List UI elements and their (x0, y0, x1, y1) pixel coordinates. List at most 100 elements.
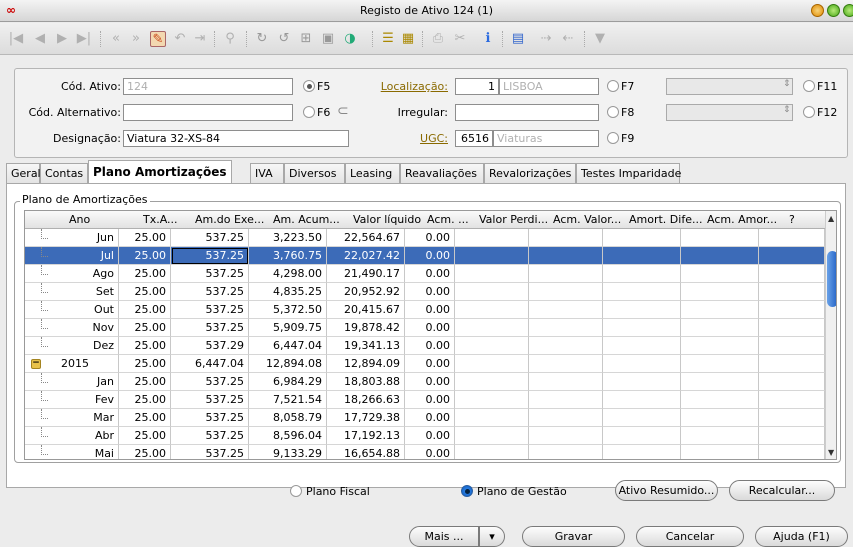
recalcular-button[interactable]: Recalcular... (729, 480, 835, 501)
f11-select[interactable] (666, 78, 793, 95)
first-icon[interactable]: |◀ (8, 31, 24, 47)
table-cell-am[interactable]: 537.25 (171, 445, 249, 459)
table-cell-ad[interactable] (603, 319, 681, 337)
table-cell-q[interactable] (759, 301, 825, 319)
table-cell-aa[interactable] (681, 229, 759, 247)
col-acm-valor[interactable]: Acm. Valor... (553, 213, 625, 226)
table-cell-q[interactable] (759, 319, 825, 337)
save-icon[interactable]: ▣ (320, 31, 336, 47)
table-cell-acm[interactable]: 0.00 (405, 247, 455, 265)
plano-fiscal-radio[interactable] (290, 485, 302, 497)
table-cell-aa[interactable] (681, 319, 759, 337)
table-cell-tx[interactable]: 25.00 (119, 301, 171, 319)
table-cell-ano[interactable]: Mai (25, 445, 119, 459)
table-row[interactable]: Dez 25.00 537.29 6,447.04 19,341.13 0.00 (25, 337, 825, 355)
tab-diversos[interactable]: Diversos (284, 163, 345, 183)
col-help[interactable]: ? (789, 213, 809, 226)
table-cell-acm[interactable]: 0.00 (405, 391, 455, 409)
f6-radio[interactable] (303, 106, 315, 118)
table-row[interactable]: Jul 25.00 537.25 3,760.75 22,027.42 0.00 (25, 247, 825, 265)
table-cell-vl[interactable]: 20,952.92 (327, 283, 405, 301)
table-cell-ad[interactable] (603, 229, 681, 247)
table-cell-am[interactable]: 537.29 (171, 337, 249, 355)
tab-reavaliacoes[interactable]: Reavaliações (400, 163, 484, 183)
ugc-link[interactable]: UGC: (395, 132, 448, 145)
hierarchy-icon[interactable]: ⊞ (298, 31, 314, 47)
table-cell-aa[interactable] (681, 355, 759, 373)
table-cell-av[interactable] (529, 445, 603, 459)
table-cell-q[interactable] (759, 391, 825, 409)
table-cell-acum[interactable]: 9,133.29 (249, 445, 327, 459)
mais-dropdown-icon[interactable]: ▾ (479, 526, 505, 547)
close-button[interactable] (843, 4, 853, 17)
table-cell-acm[interactable]: 0.00 (405, 445, 455, 459)
table-row[interactable]: Ago 25.00 537.25 4,298.00 21,490.17 0.00 (25, 265, 825, 283)
table-cell-q[interactable] (759, 445, 825, 459)
table-cell-tx[interactable]: 25.00 (119, 355, 171, 373)
table-cell-ano[interactable]: Mar (25, 409, 119, 427)
table-cell-ano[interactable]: Nov (25, 319, 119, 337)
table-cell-ad[interactable] (603, 409, 681, 427)
plano-gestao-radio[interactable] (461, 485, 473, 497)
table-cell-q[interactable] (759, 337, 825, 355)
table-cell-aa[interactable] (681, 373, 759, 391)
fast-forward-icon[interactable]: » (128, 31, 144, 47)
calc-icon[interactable]: ▦ (400, 31, 416, 47)
table-cell-vp[interactable] (455, 391, 529, 409)
table-cell-ano[interactable]: Fev (25, 391, 119, 409)
table-cell-aa[interactable] (681, 427, 759, 445)
table-row[interactable]: Mar 25.00 537.25 8,058.79 17,729.38 0.00 (25, 409, 825, 427)
lasso2-icon[interactable]: ↺ (276, 31, 292, 47)
filter-icon[interactable]: ▼ (592, 31, 608, 47)
table-cell-vp[interactable] (455, 337, 529, 355)
table-cell-vl[interactable]: 18,266.63 (327, 391, 405, 409)
table-cell-acm[interactable]: 0.00 (405, 373, 455, 391)
table-cell-ad[interactable] (603, 247, 681, 265)
table-cell-am[interactable]: 537.25 (171, 319, 249, 337)
table-cell-tx[interactable]: 25.00 (119, 283, 171, 301)
f11-radio[interactable] (803, 80, 815, 92)
table-cell-vl[interactable]: 16,654.88 (327, 445, 405, 459)
table-cell-vp[interactable] (455, 427, 529, 445)
table-cell-tx[interactable]: 25.00 (119, 229, 171, 247)
table-cell-acum[interactable]: 6,447.04 (249, 337, 327, 355)
table-cell-acum[interactable]: 3,760.75 (249, 247, 327, 265)
table-cell-q[interactable] (759, 265, 825, 283)
table-cell-av[interactable] (529, 229, 603, 247)
table-cell-acum[interactable]: 4,298.00 (249, 265, 327, 283)
table-cell-av[interactable] (529, 409, 603, 427)
tab-iva[interactable]: IVA (250, 163, 284, 183)
lasso-icon[interactable]: ↻ (254, 31, 270, 47)
table-cell-vl[interactable]: 17,729.38 (327, 409, 405, 427)
table-cell-ano[interactable]: Jul (25, 247, 119, 265)
table-cell-av[interactable] (529, 391, 603, 409)
localizacao-code-field[interactable]: 1 (455, 78, 499, 95)
copy-icon[interactable]: ▤ (510, 31, 526, 47)
table-cell-ad[interactable] (603, 265, 681, 283)
table-cell-av[interactable] (529, 283, 603, 301)
col-am-acum[interactable]: Am. Acum... (273, 213, 345, 226)
table-cell-am[interactable]: 537.25 (171, 373, 249, 391)
table-cell-am[interactable]: 537.25 (171, 265, 249, 283)
table-cell-ano[interactable]: Dez (25, 337, 119, 355)
table-cell-ad[interactable] (603, 355, 681, 373)
table-row[interactable]: Jun 25.00 537.25 3,223.50 22,564.67 0.00 (25, 229, 825, 247)
collapse-icon[interactable]: − (31, 359, 41, 369)
table-cell-vp[interactable] (455, 409, 529, 427)
table-cell-tx[interactable]: 25.00 (119, 427, 171, 445)
table-cell-tx[interactable]: 25.00 (119, 445, 171, 459)
tab-testes-imparidade[interactable]: Testes Imparidade (576, 163, 681, 183)
table-cell-ad[interactable] (603, 373, 681, 391)
table-cell-acum[interactable]: 4,835.25 (249, 283, 327, 301)
scroll-down-icon[interactable]: ▼ (828, 448, 834, 457)
tools-icon[interactable]: ✂ (452, 31, 468, 47)
table-cell-acm[interactable]: 0.00 (405, 337, 455, 355)
table-cell-vp[interactable] (455, 445, 529, 459)
table-cell-av[interactable] (529, 265, 603, 283)
table-cell-vl[interactable]: 22,564.67 (327, 229, 405, 247)
table-cell-acm[interactable]: 0.00 (405, 229, 455, 247)
table-cell-am[interactable]: 537.25 (171, 301, 249, 319)
table-cell-acum[interactable]: 3,223.50 (249, 229, 327, 247)
vertical-scrollbar[interactable]: ▲ ▼ (825, 211, 836, 459)
table-cell-acm[interactable]: 0.00 (405, 319, 455, 337)
